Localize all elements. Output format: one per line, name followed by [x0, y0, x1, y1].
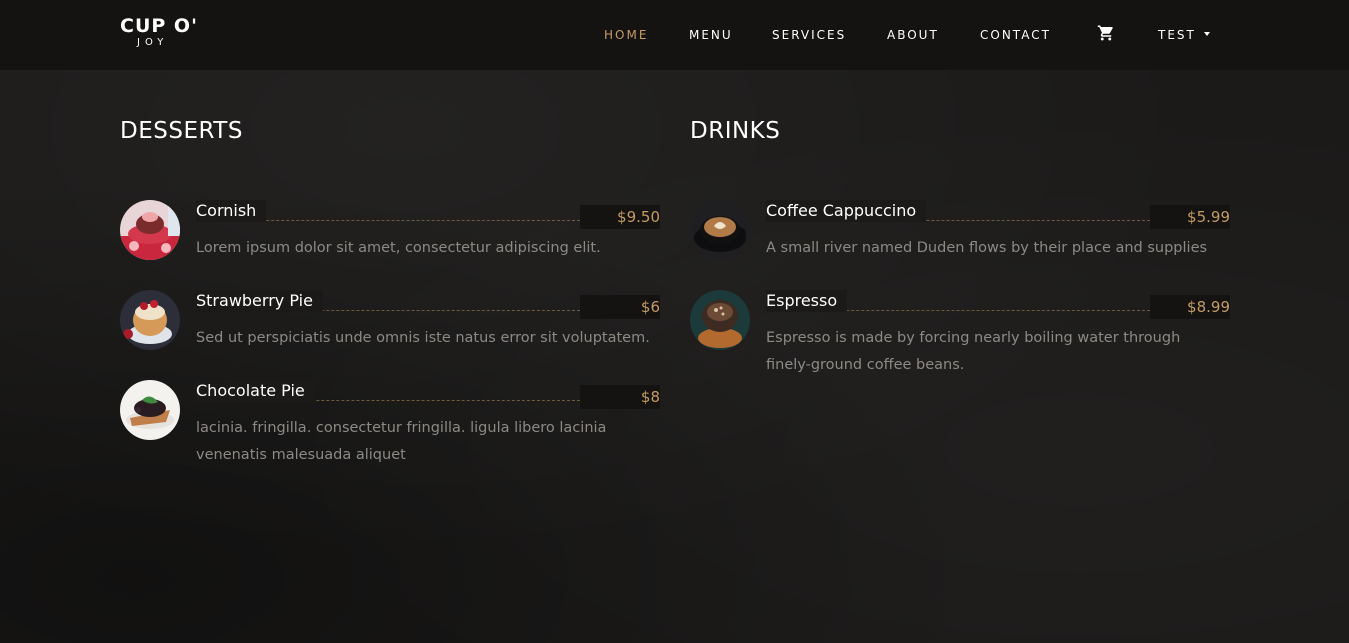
item-description: Espresso is made by forcing nearly boili…: [766, 330, 1181, 373]
nav-contact[interactable]: CONTACT: [980, 26, 1051, 44]
item-name: Chocolate Pie: [196, 380, 315, 402]
user-dropdown[interactable]: TEST: [1158, 26, 1196, 44]
nav-menu[interactable]: MENU: [689, 26, 733, 44]
item-description: lacinia. fringilla. consectetur fringill…: [196, 420, 607, 463]
nav-services[interactable]: SERVICES: [772, 26, 846, 44]
item-description: Sed ut perspiciatis unde omnis iste natu…: [196, 330, 650, 346]
item-price: $8.99: [1150, 295, 1230, 319]
shopping-cart-icon[interactable]: [1097, 24, 1115, 42]
caret-down-icon[interactable]: [1204, 32, 1210, 36]
brand-logo[interactable]: CUP O' JOY: [120, 15, 210, 49]
item-description: Lorem ipsum dolor sit amet, consectetur …: [196, 240, 601, 256]
drinks-title: DRINKS: [690, 118, 781, 144]
item-price: $8: [580, 385, 660, 409]
desserts-title: DESSERTS: [120, 118, 243, 144]
cornish-image: [120, 200, 180, 260]
item-name: Cornish: [196, 200, 267, 222]
nav-about[interactable]: ABOUT: [887, 26, 939, 44]
menu-item-espresso[interactable]: Espresso $8.99 Espresso is made by forci…: [690, 290, 1230, 373]
strawberry-pie-image: [120, 290, 180, 350]
item-name: Strawberry Pie: [196, 290, 323, 312]
item-description: A small river named Duden flows by their…: [766, 240, 1208, 256]
item-name: Espresso: [766, 290, 848, 312]
item-price: $9.50: [580, 205, 660, 229]
item-price: $6: [580, 295, 660, 319]
chocolate-pie-image: [120, 380, 180, 440]
item-price: $5.99: [1150, 205, 1230, 229]
menu-item-coffee-cappuccino[interactable]: Coffee Cappuccino $5.99 A small river na…: [690, 200, 1230, 280]
espresso-image: [690, 290, 750, 350]
menu-item-chocolate-pie[interactable]: Chocolate Pie $8 lacinia. fringilla. con…: [120, 380, 660, 463]
nav-home[interactable]: HOME: [604, 26, 648, 44]
navbar: CUP O' JOY HOME MENU SERVICES ABOUT CONT…: [0, 0, 1349, 70]
menu-item-cornish[interactable]: Cornish $9.50 Lorem ipsum dolor sit amet…: [120, 200, 660, 280]
brand-line2: JOY: [137, 37, 169, 48]
cappuccino-image: [690, 200, 750, 260]
item-name: Coffee Cappuccino: [766, 200, 927, 222]
menu-item-strawberry-pie[interactable]: Strawberry Pie $6 Sed ut perspiciatis un…: [120, 290, 660, 370]
brand-line1: CUP O': [120, 15, 198, 37]
